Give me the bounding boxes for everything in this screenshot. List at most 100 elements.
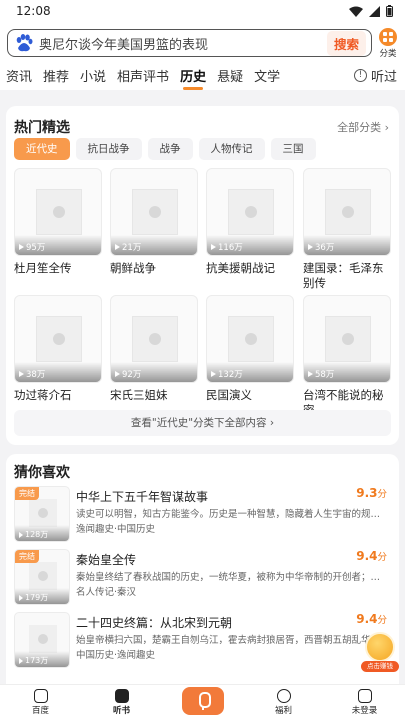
nav-audiobook[interactable]: 听书 (81, 685, 162, 720)
tab-novel[interactable]: 小说 (80, 66, 106, 85)
bottom-nav: 百度 听书 福利 未登录 (0, 684, 405, 720)
list-item[interactable]: 完结 128万 中华上下五千年智谋故事 9.3分 读史可以明智，知古方能鉴今。历史… (14, 486, 391, 544)
item-tags: 逸闻趣史·中国历史 (76, 524, 156, 535)
play-count: 179万 (19, 592, 48, 603)
item-score: 9.4分 (356, 612, 387, 626)
earn-money-float-button[interactable]: 点击赚钱 (361, 632, 399, 672)
category-label: 分类 (379, 49, 397, 59)
microphone-icon (181, 687, 224, 715)
cover-image: 173万 (14, 612, 70, 668)
item-tags: 名人传记·秦汉 (76, 587, 137, 598)
list-item[interactable]: 173万 二十四史终篇：从北宋到元朝 9.4分 始皇帝横扫六国，楚霸王自刎乌江，… (14, 612, 391, 670)
tab-news[interactable]: 资讯 (6, 66, 32, 85)
chip-modern-history[interactable]: 近代史 (14, 138, 70, 160)
all-categories-link[interactable]: 全部分类 › (337, 119, 389, 135)
play-count: 132万 (211, 368, 243, 380)
target-icon (276, 689, 291, 703)
play-count: 95万 (19, 241, 45, 253)
hot-item[interactable]: 116万 抗美援朝战记 (206, 168, 294, 276)
listened-label: 听过 (370, 70, 397, 85)
category-tabs: 资讯 推荐 小说 相声评书 历史 悬疑 文学 (0, 60, 405, 90)
nav-welfare[interactable]: 福利 (243, 685, 324, 720)
tab-history[interactable]: 历史 (180, 66, 206, 90)
hot-item[interactable]: 38万 功过蒋介石 (14, 295, 102, 403)
hot-item[interactable]: 21万 朝鲜战争 (110, 168, 198, 276)
search-button[interactable]: 搜索 (326, 30, 366, 56)
hot-item[interactable]: 92万 宋氏三姐妹 (110, 295, 198, 403)
section-title: 猜你喜欢 (14, 465, 70, 481)
play-count: 128万 (19, 529, 48, 540)
grid-icon (379, 28, 397, 46)
top-bar: 奥尼尔谈今年美国男篮的表现 搜索 分类 (0, 22, 405, 60)
section-title: 热门精选 (14, 120, 70, 136)
search-box[interactable]: 奥尼尔谈今年美国男篮的表现 搜索 (7, 29, 372, 57)
item-tags: 中国历史·逸闻趣史 (76, 650, 156, 661)
tab-suspense[interactable]: 悬疑 (217, 66, 243, 85)
hot-item-title: 民国演义 (206, 388, 252, 402)
profile-icon (357, 689, 372, 703)
view-all-button[interactable]: 查看"近代史"分类下全部内容 › (14, 410, 391, 436)
cover-image: 36万 (303, 168, 391, 256)
nav-voice[interactable] (162, 685, 243, 720)
play-count: 173万 (19, 655, 48, 666)
baidu-paw-icon (16, 34, 33, 52)
tab-crosstalk[interactable]: 相声评书 (117, 66, 169, 85)
clock-icon: ! (353, 69, 367, 82)
hot-item[interactable]: 95万 杜月笙全传 (14, 168, 102, 276)
hot-item[interactable]: 58万 台湾不能说的秘密 (303, 295, 391, 418)
category-button[interactable]: 分类 (377, 28, 399, 59)
cover-image: 完结 179万 (14, 549, 70, 605)
hot-item[interactable]: 36万 建国录：毛泽东别传 (303, 168, 391, 291)
item-title: 二十四史终篇：从北宋到元朝 (76, 616, 233, 630)
play-count: 58万 (308, 368, 334, 380)
listened-button[interactable]: ! 听过 (353, 66, 397, 85)
home-icon (33, 689, 48, 703)
status-icons (349, 5, 393, 17)
chip-three-kingdoms[interactable]: 三国 (270, 138, 316, 160)
tab-literature[interactable]: 文学 (254, 66, 280, 85)
item-score: 9.3分 (356, 486, 387, 500)
chip-anti-japanese-war[interactable]: 抗日战争 (75, 138, 142, 160)
hot-item-title: 建国录：毛泽东别传 (303, 261, 384, 290)
hot-picks-card: 热门精选 全部分类 › 近代史 抗日战争 战争 人物传记 三国 95万 杜月笙全… (6, 106, 399, 445)
list-item[interactable]: 完结 179万 秦始皇全传 9.4分 秦始皇终结了春秋战国的历史，一统华夏，被称为… (14, 549, 391, 607)
finished-badge: 完结 (15, 487, 39, 500)
signal-icon (369, 5, 380, 17)
wifi-icon (349, 6, 363, 17)
finished-badge: 完结 (15, 550, 39, 563)
tab-recommend[interactable]: 推荐 (43, 66, 69, 85)
play-count: 21万 (115, 241, 141, 253)
audiobook-icon (114, 689, 129, 703)
nav-profile[interactable]: 未登录 (324, 685, 405, 720)
cover-image: 58万 (303, 295, 391, 383)
hot-item-title: 朝鲜战争 (110, 261, 156, 275)
cover-image: 116万 (206, 168, 294, 256)
item-title: 中华上下五千年智谋故事 (76, 490, 209, 504)
nav-label: 福利 (274, 706, 292, 716)
play-count: 38万 (19, 368, 45, 380)
guess-you-like-card: 猜你喜欢 完结 128万 中华上下五千年智谋故事 9.3分 读史可以明智，知古方能… (6, 454, 399, 684)
cover-image: 21万 (110, 168, 198, 256)
chip-war[interactable]: 战争 (147, 138, 193, 160)
float-label: 点击赚钱 (361, 661, 399, 672)
hot-item-title: 杜月笙全传 (14, 261, 72, 275)
hot-item[interactable]: 132万 民国演义 (206, 295, 294, 403)
cover-image: 38万 (14, 295, 102, 383)
cover-image: 95万 (14, 168, 102, 256)
item-description: 读史可以明智，知古方能鉴今。历史是一种智慧，隐藏着人生宇宙的规则… (76, 509, 386, 520)
cover-image: 92万 (110, 295, 198, 383)
status-bar: 12:08 (0, 0, 405, 22)
nav-label: 百度 (31, 706, 49, 716)
cover-image: 完结 128万 (14, 486, 70, 542)
search-query: 奥尼尔谈今年美国男篮的表现 (39, 37, 209, 53)
item-score: 9.4分 (356, 549, 387, 563)
chip-row: 近代史 抗日战争 战争 人物传记 三国 (14, 138, 316, 160)
coin-icon (365, 632, 395, 662)
play-count: 116万 (211, 241, 243, 253)
nav-label: 听书 (112, 706, 130, 716)
play-count: 36万 (308, 241, 334, 253)
item-description: 始皇帝横扫六国，楚霸王自刎乌江，霍去病封狼居胥，西晋朝五胡乱华，… (76, 635, 386, 646)
hot-item-title: 宋氏三姐妹 (110, 388, 168, 402)
chip-biography[interactable]: 人物传记 (198, 138, 265, 160)
nav-baidu[interactable]: 百度 (0, 685, 81, 720)
